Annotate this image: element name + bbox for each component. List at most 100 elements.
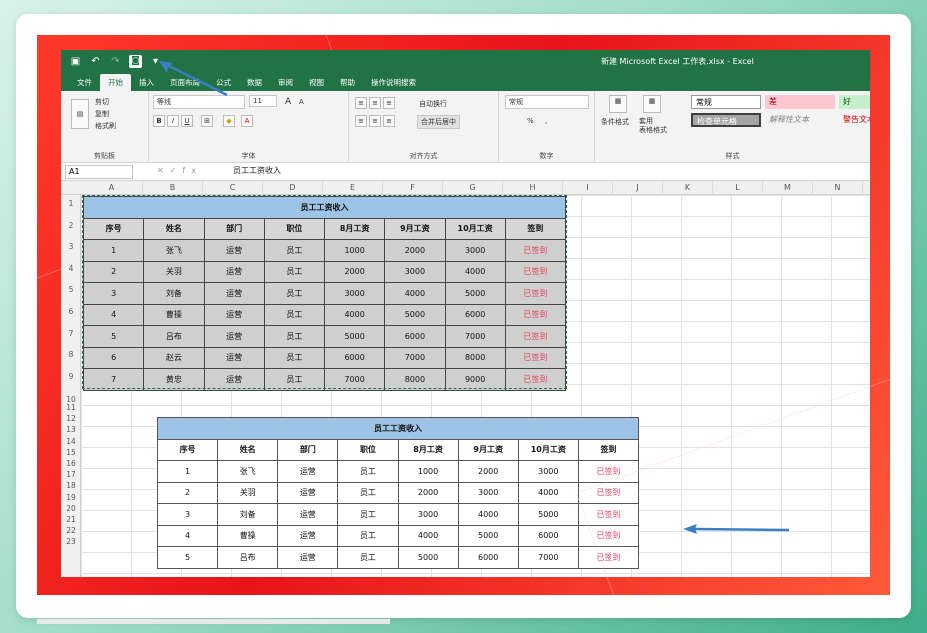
table-cell[interactable]: 关羽 bbox=[143, 260, 205, 283]
table-cell[interactable]: 1000 bbox=[323, 239, 386, 262]
table-cell[interactable]: 7000 bbox=[517, 546, 579, 569]
table-cell[interactable]: 4000 bbox=[517, 481, 579, 504]
table-cell[interactable]: 员工 bbox=[337, 524, 399, 547]
row-header-18[interactable]: 18 bbox=[61, 481, 81, 490]
table-row[interactable]: 5 吕布 运营 员工 5000 6000 7000 已签到 bbox=[156, 546, 640, 569]
table-cell[interactable]: 5000 bbox=[444, 282, 506, 305]
table-cell[interactable]: 赵云 bbox=[143, 346, 205, 369]
table-cell[interactable]: 3000 bbox=[384, 260, 446, 283]
table-cell[interactable]: 员工 bbox=[337, 503, 399, 526]
table-header-cell[interactable]: 签到 bbox=[504, 217, 567, 240]
table-cell[interactable]: 已签到 bbox=[504, 368, 567, 391]
table-header-cell[interactable]: 职位 bbox=[263, 217, 326, 240]
table-row[interactable]: 1 张飞 运营 员工 1000 2000 3000 已签到 bbox=[82, 239, 567, 262]
row-header-15[interactable]: 15 bbox=[61, 448, 81, 457]
table-cell[interactable]: 2000 bbox=[397, 481, 459, 504]
conditional-format-icon[interactable]: ▦ bbox=[609, 95, 627, 113]
table-cell[interactable]: 已签到 bbox=[504, 303, 567, 326]
wrap-text-button[interactable]: 自动换行 bbox=[419, 99, 447, 109]
column-header-E[interactable]: E bbox=[323, 181, 383, 195]
table-cell[interactable]: 关羽 bbox=[217, 481, 279, 504]
table-cell[interactable]: 已签到 bbox=[504, 325, 567, 348]
row-header-17[interactable]: 17 bbox=[61, 470, 81, 479]
table-cell[interactable]: 7000 bbox=[323, 368, 386, 391]
tab-8[interactable]: 帮助 bbox=[332, 74, 363, 91]
row-header-19[interactable]: 19 bbox=[61, 493, 81, 502]
table-cell[interactable]: 已签到 bbox=[504, 282, 567, 305]
column-header-L[interactable]: L bbox=[713, 181, 763, 195]
row-header-23[interactable]: 23 bbox=[61, 537, 81, 546]
table-cell[interactable]: 吕布 bbox=[143, 325, 205, 348]
style-bad[interactable]: 差 bbox=[765, 95, 835, 109]
table-cell[interactable]: 已签到 bbox=[577, 503, 640, 526]
table-cell[interactable]: 已签到 bbox=[577, 546, 640, 569]
formula-input[interactable]: 员工工资收入 bbox=[233, 165, 281, 176]
table-cell[interactable]: 张飞 bbox=[143, 239, 205, 262]
table-cell[interactable]: 黄忠 bbox=[143, 368, 205, 391]
table-header-cell[interactable]: 10月工资 bbox=[517, 438, 579, 461]
comma-button[interactable]: , bbox=[545, 117, 547, 125]
table-row[interactable]: 2 关羽 运营 员工 2000 3000 4000 已签到 bbox=[82, 260, 567, 283]
row-header-12[interactable]: 12 bbox=[61, 414, 81, 423]
table-row[interactable]: 2 关羽 运营 员工 2000 3000 4000 已签到 bbox=[156, 481, 640, 504]
tab-1[interactable]: 开始 bbox=[100, 74, 131, 91]
table-header-cell[interactable]: 9月工资 bbox=[457, 438, 519, 461]
table-header-cell[interactable]: 职位 bbox=[337, 438, 399, 461]
column-header-D[interactable]: D bbox=[263, 181, 323, 195]
table-cell[interactable]: 员工 bbox=[263, 325, 326, 348]
table-cell[interactable]: 员工 bbox=[263, 282, 326, 305]
row-header-22[interactable]: 22 bbox=[61, 526, 81, 535]
table-row[interactable]: 3 刘备 运营 员工 3000 4000 5000 已签到 bbox=[82, 282, 567, 305]
table-cell[interactable]: 已签到 bbox=[577, 524, 640, 547]
percent-button[interactable]: % bbox=[527, 117, 534, 125]
row-header-2[interactable]: 2 bbox=[61, 221, 81, 230]
table-cell[interactable]: 3 bbox=[82, 282, 145, 305]
table-cell[interactable]: 运营 bbox=[203, 325, 265, 348]
table-cell[interactable]: 5 bbox=[82, 325, 145, 348]
table-cell[interactable]: 7000 bbox=[444, 325, 506, 348]
row-header-4[interactable]: 4 bbox=[61, 264, 81, 273]
table-header-cell[interactable]: 序号 bbox=[82, 217, 145, 240]
row-header-16[interactable]: 16 bbox=[61, 459, 81, 468]
column-header-A[interactable]: A bbox=[81, 181, 143, 195]
column-header-G[interactable]: G bbox=[443, 181, 503, 195]
align-center-icon[interactable]: ≡ bbox=[369, 115, 381, 127]
table-cell[interactable]: 员工 bbox=[337, 460, 399, 483]
column-header-I[interactable]: I bbox=[563, 181, 613, 195]
grow-font-button[interactable]: A bbox=[285, 97, 291, 107]
paste-icon[interactable]: ▤ bbox=[71, 99, 89, 129]
table-cell[interactable]: 4 bbox=[156, 524, 219, 547]
table-cell[interactable]: 张飞 bbox=[217, 460, 279, 483]
align-left-icon[interactable]: ≡ bbox=[355, 115, 367, 127]
row-header-7[interactable]: 7 bbox=[61, 329, 81, 338]
bold-button[interactable]: B bbox=[153, 115, 165, 127]
row-header-20[interactable]: 20 bbox=[61, 504, 81, 513]
table-row[interactable]: 7 黄忠 运营 员工 7000 8000 9000 已签到 bbox=[82, 368, 567, 391]
table-cell[interactable]: 运营 bbox=[277, 524, 339, 547]
table-header-cell[interactable]: 10月工资 bbox=[444, 217, 506, 240]
conditional-format-button[interactable]: 条件格式 bbox=[601, 117, 629, 127]
table-cell[interactable]: 3000 bbox=[457, 481, 519, 504]
table-cell[interactable]: 运营 bbox=[277, 546, 339, 569]
tab-5[interactable]: 数据 bbox=[239, 74, 270, 91]
table-cell[interactable]: 4 bbox=[82, 303, 145, 326]
table-cell[interactable]: 曹操 bbox=[217, 524, 279, 547]
cut-button[interactable]: 剪切 bbox=[95, 97, 109, 107]
table-header-cell[interactable]: 8月工资 bbox=[397, 438, 459, 461]
fx-icon[interactable]: ✕✓fx bbox=[157, 166, 202, 175]
row-header-21[interactable]: 21 bbox=[61, 515, 81, 524]
table-header-cell[interactable]: 姓名 bbox=[143, 217, 205, 240]
table-cell[interactable]: 8000 bbox=[444, 346, 506, 369]
name-box[interactable]: A1 bbox=[65, 165, 133, 179]
style-warning[interactable]: 警告文本 bbox=[839, 113, 870, 127]
table-cell[interactable]: 员工 bbox=[263, 260, 326, 283]
table-cell[interactable]: 员工 bbox=[337, 546, 399, 569]
table-header-cell[interactable]: 部门 bbox=[277, 438, 339, 461]
table-cell[interactable]: 运营 bbox=[203, 282, 265, 305]
borders-icon[interactable]: ⊞ bbox=[201, 115, 213, 127]
copy-button[interactable]: 复制 bbox=[95, 109, 109, 119]
table-cell[interactable]: 员工 bbox=[263, 346, 326, 369]
table-row[interactable]: 4 曹操 运营 员工 4000 5000 6000 已签到 bbox=[156, 524, 640, 547]
table-cell[interactable]: 已签到 bbox=[504, 239, 567, 262]
style-check-cell[interactable]: 检查单元格 bbox=[691, 113, 761, 127]
